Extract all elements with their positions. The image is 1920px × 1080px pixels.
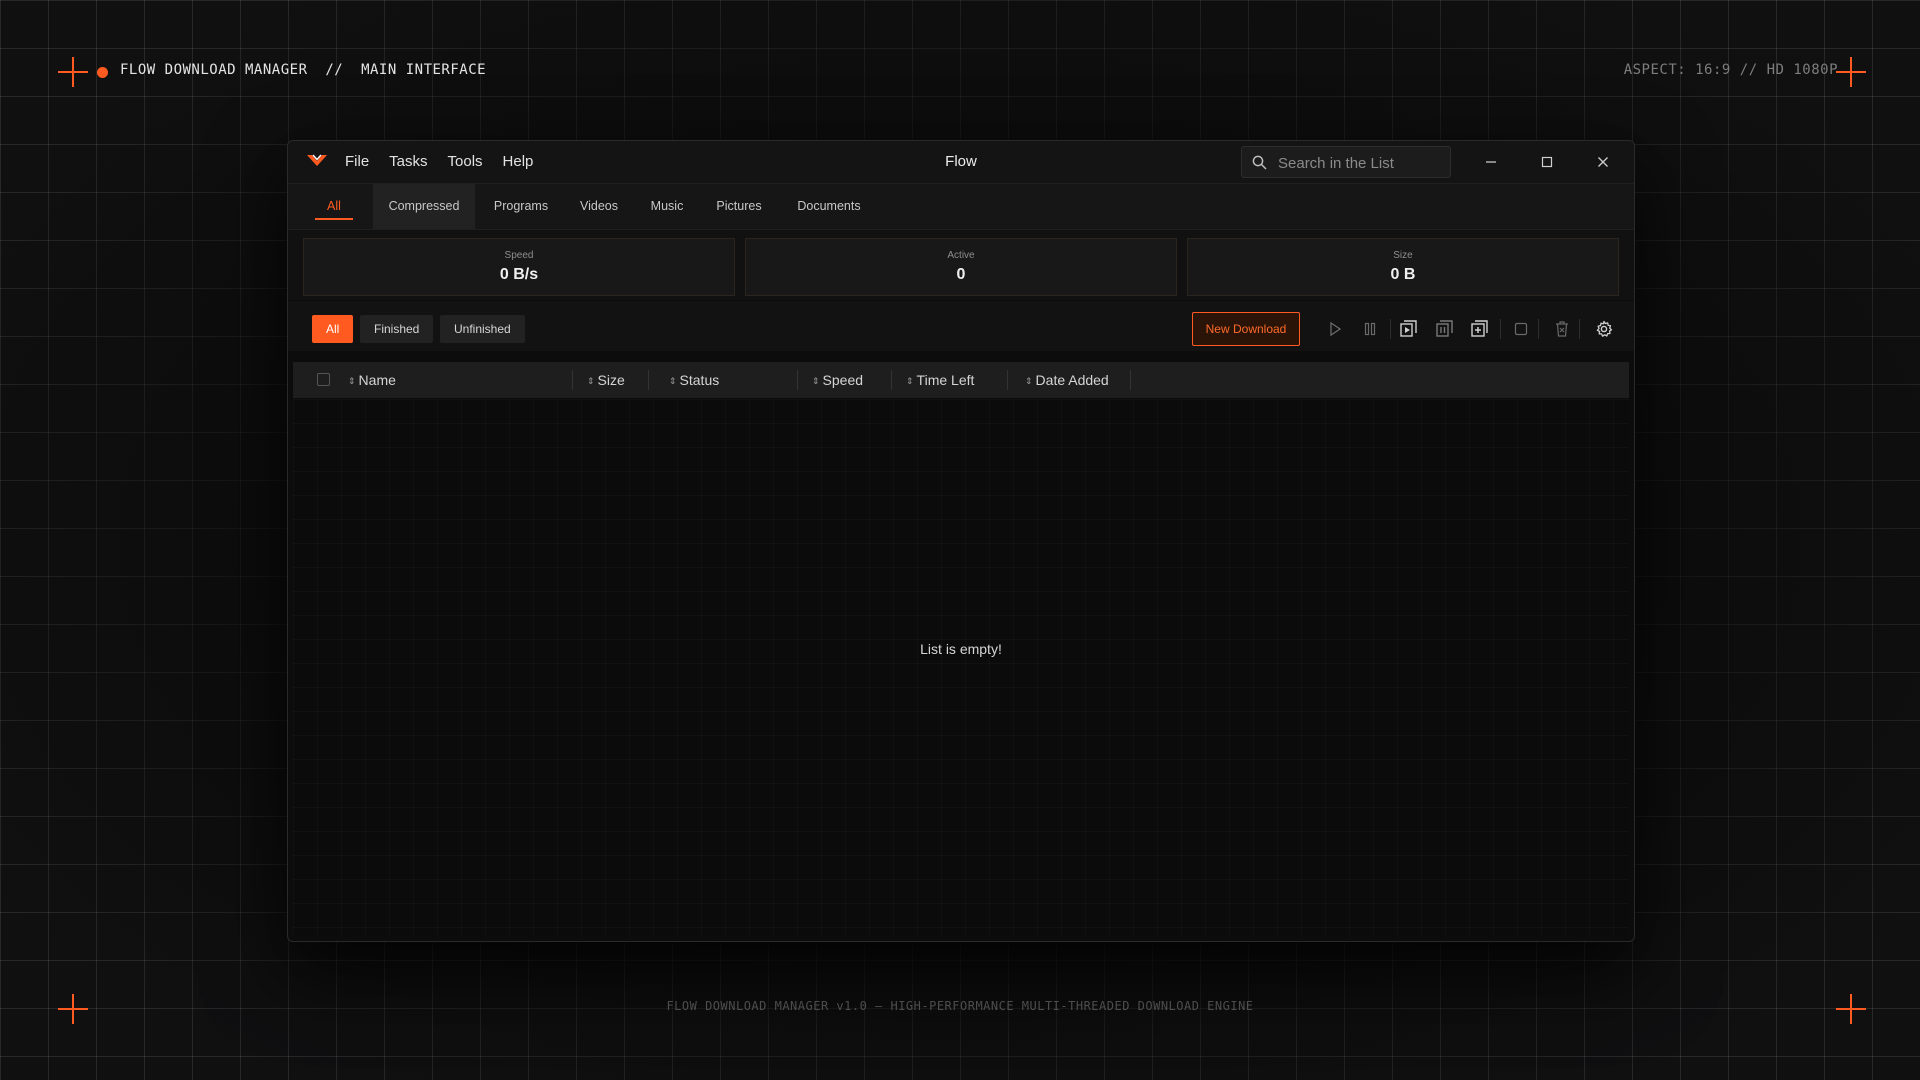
toolbar-separator — [1390, 319, 1391, 339]
settings-button[interactable] — [1593, 318, 1615, 340]
hud-aspect-label: ASPECT: 16:9 // HD 1080P — [1623, 62, 1838, 78]
stat-speed-value: 0 B/s — [499, 266, 539, 283]
empty-list-message: List is empty! — [920, 641, 1002, 657]
column-date-added-label: Date Added — [1035, 372, 1109, 388]
new-download-button[interactable]: New Download — [1192, 312, 1300, 346]
column-header-time-left[interactable]: ⇕ Time Left — [906, 362, 974, 398]
tab-programs[interactable]: Programs — [485, 184, 557, 229]
sort-icon: ⇕ — [669, 376, 677, 386]
stat-active-label: Active — [947, 250, 975, 261]
sort-icon: ⇕ — [812, 376, 820, 386]
minimize-button[interactable] — [1478, 149, 1504, 175]
column-header-speed[interactable]: ⇕ Speed — [812, 362, 863, 398]
maximize-icon — [1541, 156, 1553, 168]
select-all-checkbox[interactable] — [317, 373, 330, 386]
search-box — [1241, 146, 1451, 179]
pause-button[interactable] — [1359, 318, 1381, 340]
table-header: ⇕ Name ⇕ Size ⇕ Status ⇕ Speed ⇕ Time Left ⇕ D… — [293, 362, 1629, 398]
hud-title: FLOW DOWNLOAD MANAGER // MAIN INTERFACE — [120, 62, 487, 78]
toolbar-separator — [1579, 319, 1580, 339]
tab-pictures[interactable]: Pictures — [708, 184, 770, 229]
pause-all-button[interactable] — [1434, 318, 1456, 340]
column-speed-label: Speed — [822, 372, 864, 388]
menu-bar: File Tasks Tools Help — [345, 153, 533, 170]
sort-icon: ⇕ — [348, 376, 356, 386]
stats-bar: Speed 0 B/s Active 0 Size 0 B — [288, 230, 1634, 300]
resume-all-button[interactable] — [1398, 318, 1420, 340]
play-icon — [1330, 321, 1342, 337]
tab-all[interactable]: All — [315, 184, 353, 229]
add-batch-icon — [1471, 320, 1488, 337]
close-button[interactable] — [1590, 149, 1616, 175]
column-time-left-label: Time Left — [916, 372, 975, 388]
tab-music[interactable]: Music — [640, 184, 694, 229]
stat-speed-card: Speed 0 B/s — [303, 238, 735, 296]
close-icon — [1598, 157, 1608, 167]
column-header-status[interactable]: ⇕ Status — [669, 362, 719, 398]
status-dot — [97, 67, 108, 78]
column-header-size[interactable]: ⇕ Size — [587, 362, 625, 398]
column-separator[interactable] — [1130, 370, 1131, 390]
category-tabs: All Compressed Programs Videos Music Pic… — [288, 184, 1634, 230]
download-list[interactable]: List is empty! — [293, 399, 1629, 935]
corner-crosshair-top-right — [1836, 57, 1866, 87]
column-separator[interactable] — [797, 370, 798, 390]
stat-size-card: Size 0 B — [1187, 238, 1619, 296]
column-header-name[interactable]: ⇕ Name — [348, 362, 396, 398]
stop-icon — [1514, 322, 1528, 336]
sort-icon: ⇕ — [1025, 376, 1033, 386]
pause-all-icon — [1436, 320, 1453, 337]
stat-size-label: Size — [1393, 250, 1413, 261]
filter-finished-button[interactable]: Finished — [360, 315, 434, 343]
minimize-icon — [1486, 161, 1496, 163]
column-header-date-added[interactable]: ⇕ Date Added — [1025, 362, 1109, 398]
add-batch-button[interactable] — [1469, 318, 1491, 340]
pause-icon — [1364, 322, 1376, 336]
column-separator[interactable] — [572, 370, 573, 390]
filter-all-button[interactable]: All — [312, 315, 354, 343]
tab-documents[interactable]: Documents — [788, 184, 870, 229]
delete-icon — [1556, 321, 1568, 337]
search-icon — [1252, 155, 1267, 170]
menu-help[interactable]: Help — [503, 153, 534, 170]
menu-tools[interactable]: Tools — [448, 153, 483, 170]
menu-file[interactable]: File — [345, 153, 369, 170]
menu-tasks[interactable]: Tasks — [389, 153, 427, 170]
column-separator[interactable] — [1007, 370, 1008, 390]
stat-size-value: 0 B — [1390, 266, 1416, 283]
start-button[interactable] — [1324, 318, 1346, 340]
column-separator[interactable] — [648, 370, 649, 390]
action-toolbar: All Finished Unfinished New Download — [288, 301, 1634, 351]
column-size-label: Size — [597, 372, 625, 388]
column-separator[interactable] — [891, 370, 892, 390]
column-name-label: Name — [358, 372, 396, 388]
flow-logo-icon — [307, 154, 327, 166]
tab-videos[interactable]: Videos — [571, 184, 627, 229]
maximize-button[interactable] — [1534, 149, 1560, 175]
filter-unfinished-button[interactable]: Unfinished — [440, 315, 525, 343]
hud-footer: FLOW DOWNLOAD MANAGER v1.0 — HIGH-PERFOR… — [666, 999, 1254, 1013]
corner-crosshair-top-left — [58, 57, 88, 87]
search-input[interactable] — [1276, 147, 1450, 179]
delete-button[interactable] — [1551, 318, 1573, 340]
stop-button[interactable] — [1510, 318, 1532, 340]
settings-icon — [1596, 320, 1613, 337]
toolbar-separator — [1500, 319, 1501, 339]
sort-icon: ⇕ — [906, 376, 914, 386]
column-status-label: Status — [679, 372, 720, 388]
stat-active-card: Active 0 — [745, 238, 1177, 296]
resume-all-icon — [1400, 320, 1417, 337]
tab-compressed[interactable]: Compressed — [373, 184, 475, 229]
toolbar-separator — [1538, 319, 1539, 339]
stat-speed-label: Speed — [504, 250, 534, 261]
app-window: File Tasks Tools Help Flow All Compresse… — [287, 140, 1635, 942]
sort-icon: ⇕ — [587, 376, 595, 386]
stat-active-value: 0 — [956, 266, 966, 283]
title-bar: File Tasks Tools Help Flow — [288, 141, 1634, 184]
